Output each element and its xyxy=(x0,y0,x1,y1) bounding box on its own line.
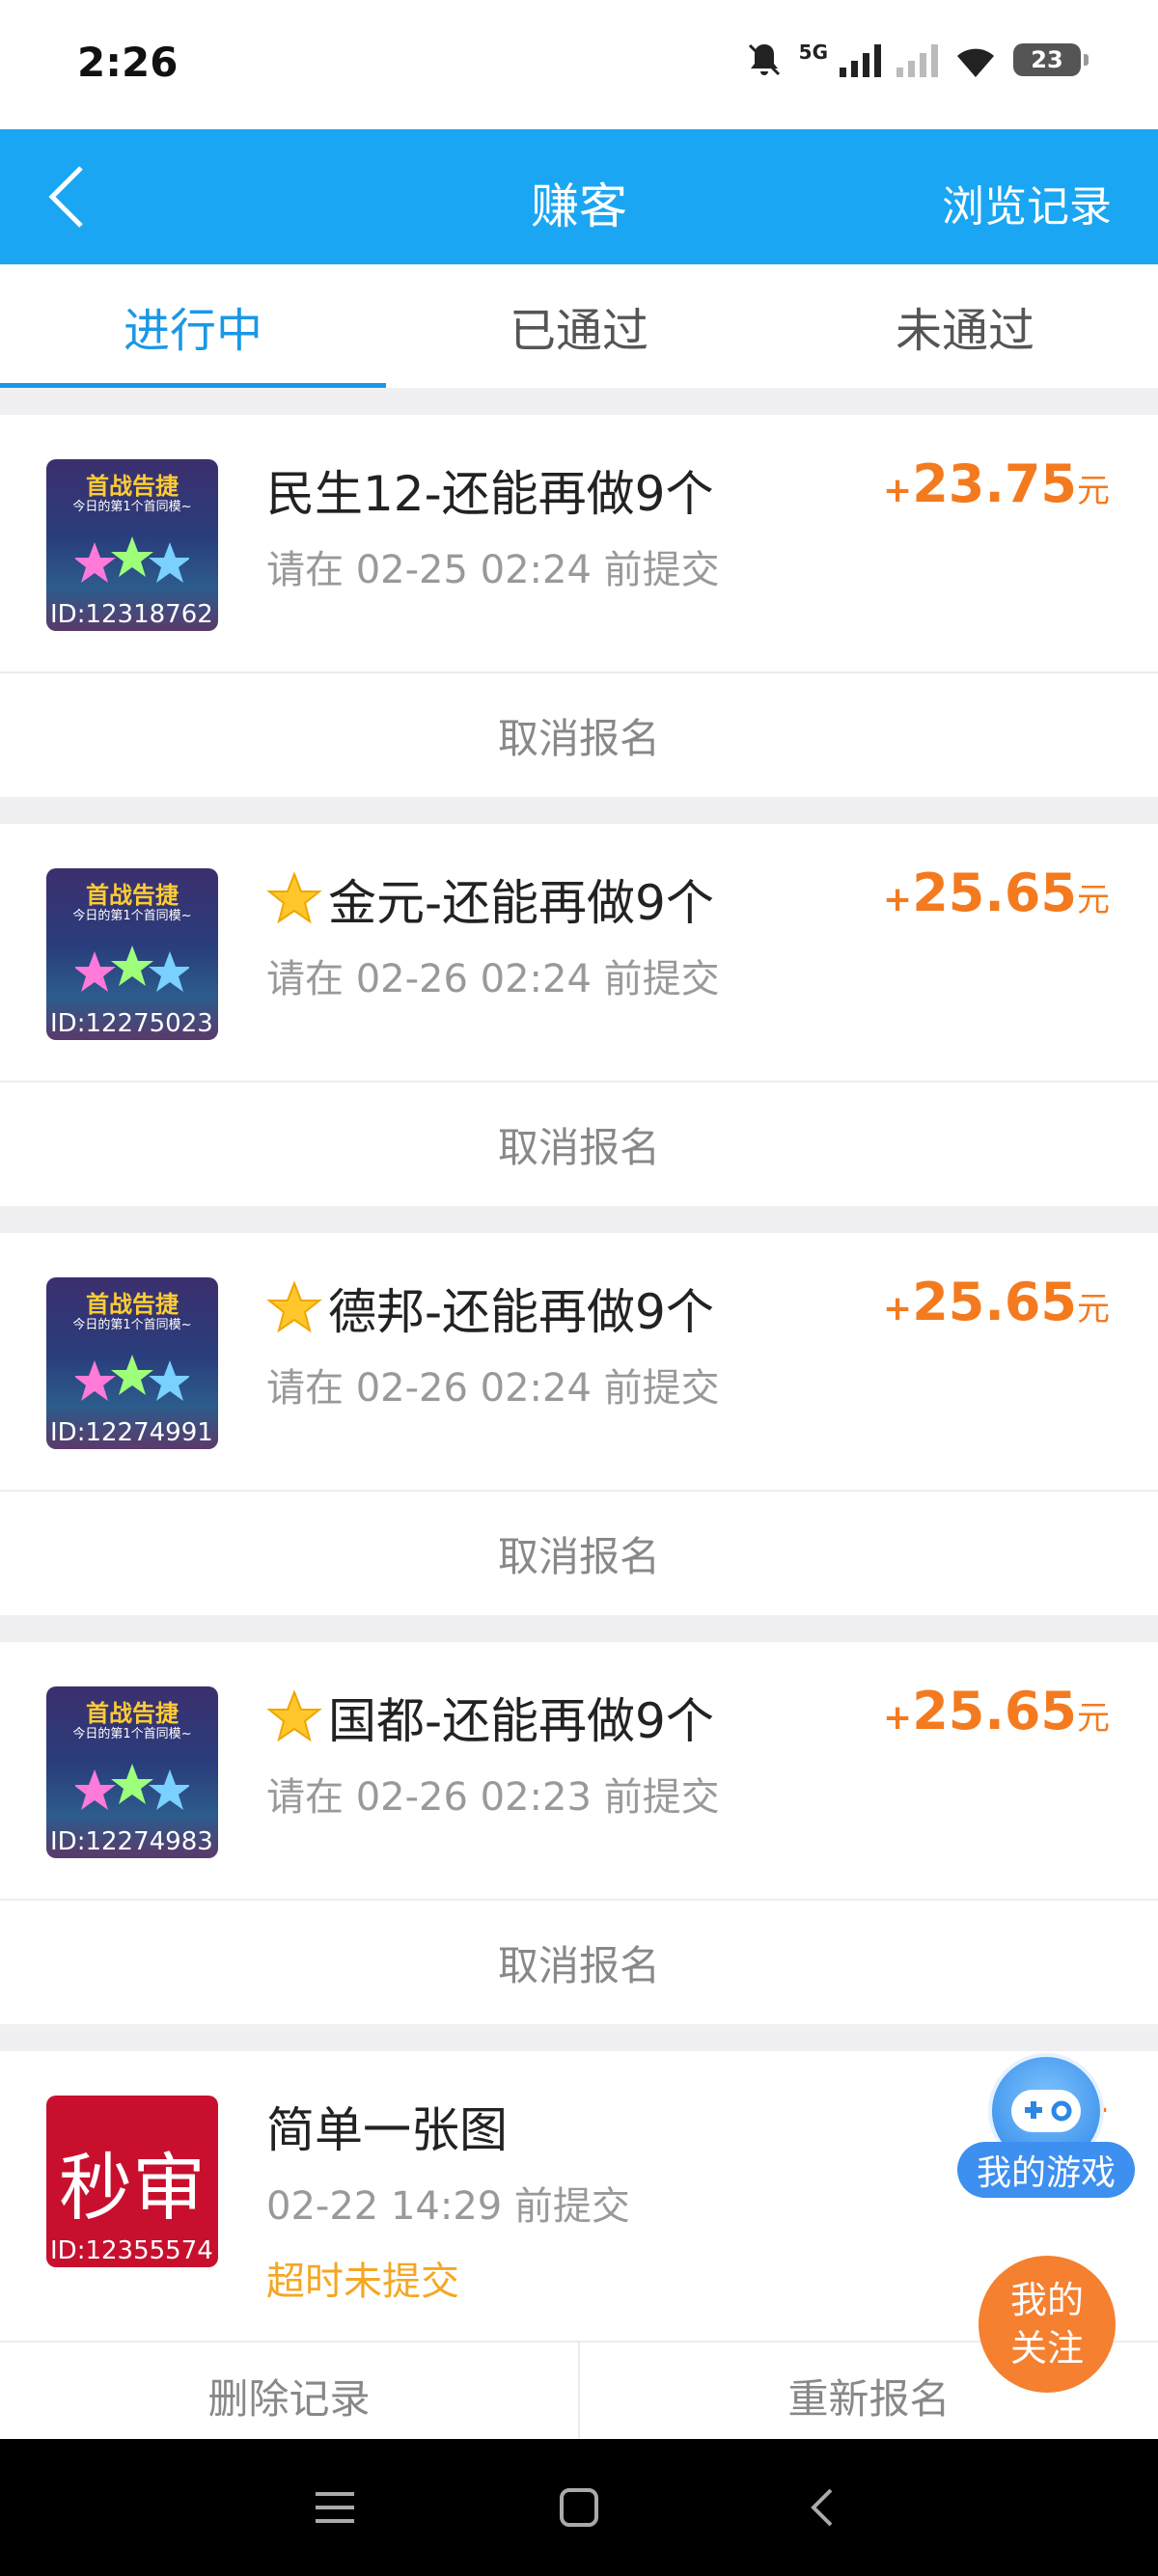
home-icon xyxy=(560,2488,598,2527)
status-bar: 2:26 5G 23 xyxy=(0,0,1158,129)
task-thumbnail: 首战告捷 今日的第1个首同模~ ID:12274983 xyxy=(46,1686,218,1858)
task-title: 简单一张图 xyxy=(266,2102,508,2158)
my-games-button[interactable]: 我的游戏 xyxy=(957,2045,1135,2207)
cancel-signup-button[interactable]: 取消报名 xyxy=(0,671,1158,797)
thumbnail-text: 秒审 xyxy=(59,2145,206,2231)
tab-approved[interactable]: 已通过 xyxy=(386,264,772,388)
menu-button[interactable] xyxy=(301,2474,369,2541)
task-card[interactable]: 首战告捷 今日的第1个首同模~ ID:12274991 德邦-还能再做9个 请在… xyxy=(0,1233,1158,1615)
delete-record-button[interactable]: 删除记录 xyxy=(0,2343,580,2449)
system-nav-bar xyxy=(0,2439,1158,2576)
stars-icon xyxy=(75,945,189,992)
back-icon xyxy=(811,2488,833,2527)
stars-icon xyxy=(75,1355,189,1401)
menu-icon xyxy=(316,2492,354,2523)
task-deadline: 请在 02-26 02:24 前提交 xyxy=(266,957,720,1001)
task-deadline: 请在 02-26 02:24 前提交 xyxy=(266,1366,720,1411)
status-icons: 5G 23 xyxy=(745,41,1089,79)
task-card[interactable]: 首战告捷 今日的第1个首同模~ ID:12275023 金元-还能再做9个 请在… xyxy=(0,824,1158,1206)
tab-rejected[interactable]: 未通过 xyxy=(772,264,1158,388)
card-actions: 删除记录 重新报名 xyxy=(0,2341,1158,2449)
signal-icon xyxy=(840,42,881,77)
thumbnail-id: ID:12275023 xyxy=(50,1009,213,1038)
thumbnail-id: ID:12274991 xyxy=(50,1418,213,1447)
star-icon xyxy=(266,871,322,924)
task-thumbnail: 首战告捷 今日的第1个首同模~ ID:12274991 xyxy=(46,1277,218,1449)
task-title: 德邦-还能再做9个 xyxy=(266,1274,714,1343)
stars-icon xyxy=(75,1764,189,1810)
task-title: 金元-还能再做9个 xyxy=(266,864,714,934)
cancel-signup-button[interactable]: 取消报名 xyxy=(0,1899,1158,2024)
status-tabs: 进行中 已通过 未通过 xyxy=(0,264,1158,388)
task-status: 超时未提交 xyxy=(266,2260,459,2304)
network-label: 5G xyxy=(798,41,828,64)
bell-muted-icon xyxy=(745,41,784,79)
my-follow-button[interactable]: 我的关注 xyxy=(979,2256,1116,2393)
task-reward: +25.65 元 xyxy=(883,1272,1110,1332)
my-follow-label: 我的关注 xyxy=(1009,2279,1084,2370)
status-time: 2:26 xyxy=(77,39,179,86)
task-card[interactable]: 首战告捷 今日的第1个首同模~ ID:12318762 民生12-还能再做9个 … xyxy=(0,415,1158,797)
task-reward: +25.65 元 xyxy=(883,863,1110,923)
star-icon xyxy=(266,1689,322,1742)
task-card[interactable]: 首战告捷 今日的第1个首同模~ ID:12274983 国都-还能再做9个 请在… xyxy=(0,1642,1158,2024)
battery-icon: 23 xyxy=(1013,43,1089,76)
thumbnail-id: ID:12355574 xyxy=(50,2236,213,2265)
signal-off-icon xyxy=(896,42,938,77)
task-deadline: 请在 02-26 02:23 前提交 xyxy=(266,1775,720,1820)
back-nav-button[interactable] xyxy=(789,2474,857,2541)
wifi-icon xyxy=(953,41,998,79)
thumbnail-id: ID:12274983 xyxy=(50,1827,213,1856)
my-games-label: 我的游戏 xyxy=(957,2142,1135,2198)
star-icon xyxy=(266,1280,322,1333)
cancel-signup-button[interactable]: 取消报名 xyxy=(0,1490,1158,1615)
task-title: 民生12-还能再做9个 xyxy=(266,466,714,522)
task-title: 国都-还能再做9个 xyxy=(266,1683,714,1752)
task-thumbnail: 首战告捷 今日的第1个首同模~ ID:12318762 xyxy=(46,459,218,631)
task-thumbnail: 秒审 ID:12355574 xyxy=(46,2096,218,2267)
app-header: 赚客 浏览记录 xyxy=(0,129,1158,264)
browse-history-link[interactable]: 浏览记录 xyxy=(942,172,1112,233)
stars-icon xyxy=(75,536,189,583)
task-deadline: 请在 02-25 02:24 前提交 xyxy=(266,548,720,592)
cancel-signup-button[interactable]: 取消报名 xyxy=(0,1081,1158,1206)
task-reward: +23.75 元 xyxy=(883,453,1110,514)
task-reward: +25.65 元 xyxy=(883,1681,1110,1741)
task-thumbnail: 首战告捷 今日的第1个首同模~ ID:12275023 xyxy=(46,868,218,1040)
home-button[interactable] xyxy=(545,2474,613,2541)
thumbnail-id: ID:12318762 xyxy=(50,600,213,629)
tab-in-progress[interactable]: 进行中 xyxy=(0,264,386,388)
task-deadline: 02-22 14:29 前提交 xyxy=(266,2184,630,2229)
